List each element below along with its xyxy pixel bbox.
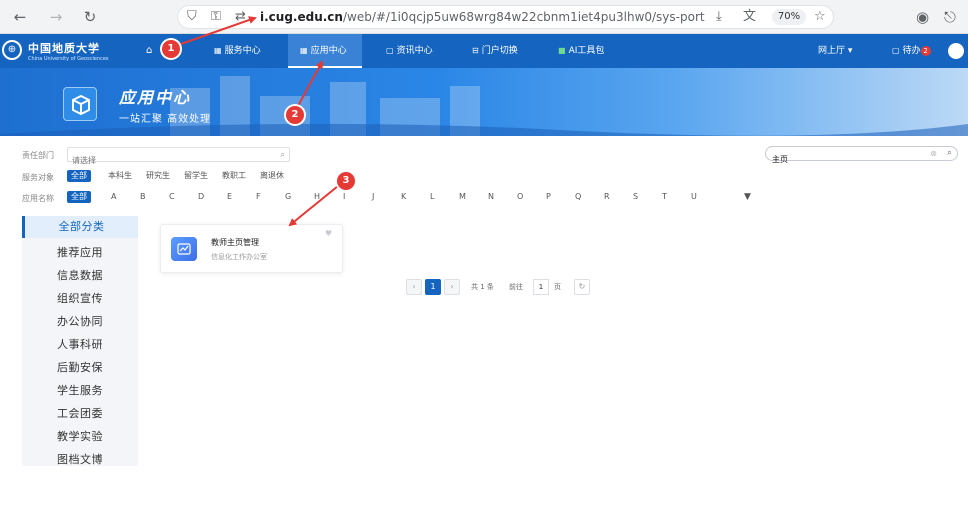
- annotation-marker-3: 3: [337, 172, 355, 190]
- screen: ← → ↻ ⛉ ⚿ ⇄ i.cug.edu.cn/web/#/1i0qcjp5u…: [0, 0, 968, 508]
- annotation-arrow-1: [177, 16, 257, 46]
- annotation-arrows: [177, 16, 339, 227]
- annotation-arrow-3: [288, 185, 339, 227]
- annotation-marker-2: 2: [286, 106, 304, 124]
- annotation-marker-1: 1: [162, 40, 180, 58]
- annotation-arrow-2: [297, 60, 323, 107]
